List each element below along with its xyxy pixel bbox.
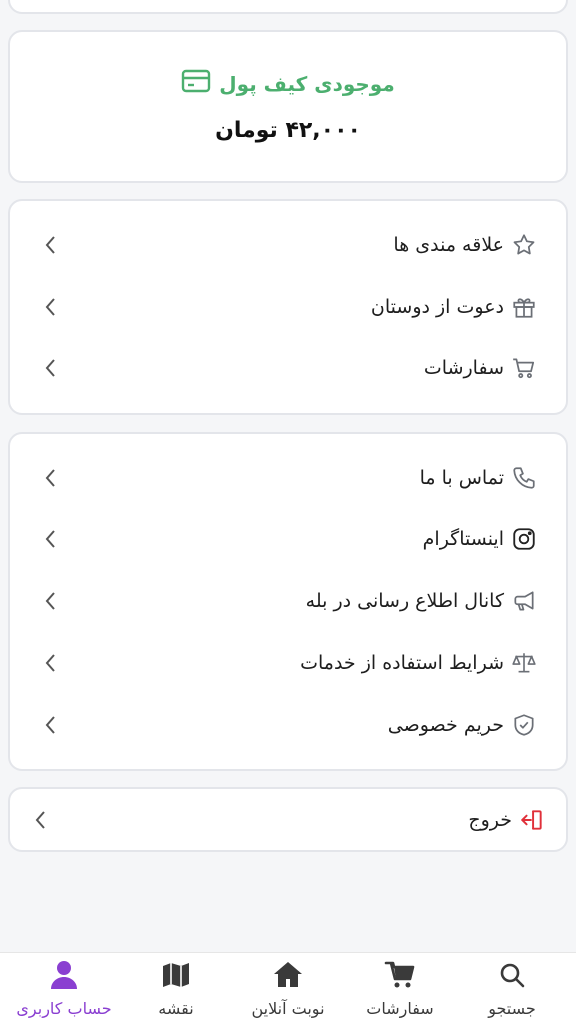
credit-card-icon xyxy=(181,68,211,99)
bottom-nav: حساب کاربری نقشه نوبت آنلاین سفارشات جست… xyxy=(0,952,576,1024)
menu-item-favorites[interactable]: علاقه مندی ها xyxy=(10,221,566,269)
chevron-left-icon xyxy=(40,714,62,736)
menu-item-privacy[interactable]: حریم خصوصی xyxy=(10,701,566,749)
nav-label-account: حساب کاربری xyxy=(16,999,112,1018)
logout-card: خروج xyxy=(8,787,568,852)
menu-item-contact-us[interactable]: تماس با ما xyxy=(10,454,566,502)
home-icon xyxy=(272,959,304,995)
menu-item-label: علاقه مندی ها xyxy=(393,234,504,256)
cart-icon xyxy=(384,959,416,995)
chevron-left-icon xyxy=(40,234,62,256)
nav-label-map: نقشه xyxy=(158,999,194,1018)
nav-item-online-appointment[interactable]: نوبت آنلاین xyxy=(232,953,344,1024)
megaphone-icon xyxy=(510,587,538,615)
chevron-left-icon xyxy=(40,296,62,318)
nav-label-orders: سفارشات xyxy=(366,999,434,1018)
scale-icon xyxy=(510,649,538,677)
menu-item-label: دعوت از دوستان xyxy=(370,296,504,318)
nav-item-search[interactable]: جستجو xyxy=(456,953,568,1024)
menu-item-label: کانال اطلاع رسانی در بله xyxy=(305,590,504,612)
menu-group-secondary: تماس با ما اینستاگرام کانال اطلاع رسانی … xyxy=(8,432,568,771)
menu-item-instagram[interactable]: اینستاگرام xyxy=(10,515,566,563)
chevron-left-icon xyxy=(40,467,62,489)
wallet-title: موجودی کیف پول xyxy=(10,68,566,99)
cart-icon xyxy=(510,354,538,382)
search-icon xyxy=(496,959,528,995)
nav-item-account[interactable]: حساب کاربری xyxy=(8,953,120,1024)
wallet-card: موجودی کیف پول ۴۲,۰۰۰ تومان xyxy=(8,30,568,183)
menu-item-bale-channel[interactable]: کانال اطلاع رسانی در بله xyxy=(10,577,566,625)
nav-item-orders[interactable]: سفارشات xyxy=(344,953,456,1024)
gift-icon xyxy=(510,293,538,321)
menu-item-label: شرایط استفاده از خدمات xyxy=(300,652,504,674)
shield-check-icon xyxy=(510,711,538,739)
menu-item-invite-friends[interactable]: دعوت از دوستان xyxy=(10,283,566,331)
phone-icon xyxy=(510,464,538,492)
top-card-partial xyxy=(8,0,568,14)
logout-icon xyxy=(518,806,546,834)
menu-item-label: اینستاگرام xyxy=(422,528,504,550)
logout-button[interactable]: خروج xyxy=(10,796,566,844)
menu-item-label: تماس با ما xyxy=(419,467,504,489)
menu-group-primary: علاقه مندی ها دعوت از دوستان سفارشات xyxy=(8,199,568,415)
chevron-left-icon xyxy=(40,652,62,674)
chevron-left-icon xyxy=(40,357,62,379)
user-icon xyxy=(48,959,80,995)
menu-item-label: سفارشات xyxy=(423,357,504,379)
nav-label-search: جستجو xyxy=(488,999,536,1018)
map-icon xyxy=(160,959,192,995)
wallet-amount: ۴۲,۰۰۰ تومان xyxy=(215,118,361,143)
nav-item-map[interactable]: نقشه xyxy=(120,953,232,1024)
wallet-title-label: موجودی کیف پول xyxy=(219,71,395,96)
menu-item-label: حریم خصوصی xyxy=(387,714,504,736)
instagram-icon xyxy=(510,525,538,553)
nav-label-online-appointment: نوبت آنلاین xyxy=(251,999,325,1018)
menu-item-terms[interactable]: شرایط استفاده از خدمات xyxy=(10,639,566,687)
chevron-left-icon xyxy=(30,809,52,831)
star-icon xyxy=(510,231,538,259)
chevron-left-icon xyxy=(40,528,62,550)
logout-label: خروج xyxy=(468,809,512,831)
chevron-left-icon xyxy=(40,590,62,612)
menu-item-orders[interactable]: سفارشات xyxy=(10,344,566,392)
